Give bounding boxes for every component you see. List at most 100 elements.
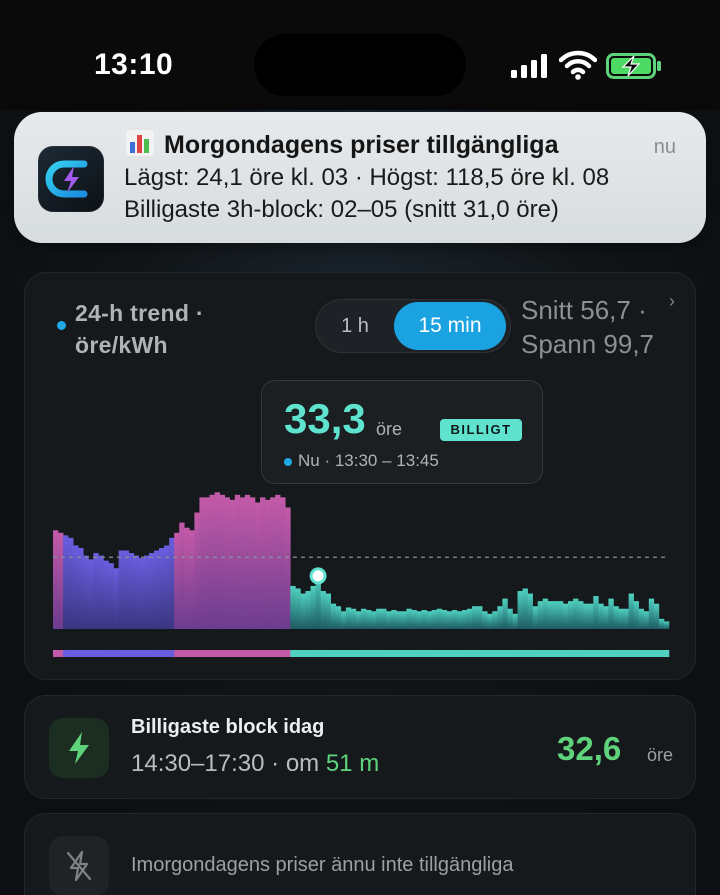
price-bar[interactable] bbox=[376, 608, 382, 629]
price-bar[interactable] bbox=[325, 593, 332, 629]
price-bar[interactable] bbox=[138, 558, 145, 629]
price-bar[interactable] bbox=[355, 611, 362, 629]
price-bar[interactable] bbox=[537, 601, 544, 629]
price-bar[interactable] bbox=[310, 585, 316, 629]
price-bar[interactable] bbox=[108, 563, 114, 629]
price-bar[interactable] bbox=[391, 610, 397, 629]
price-bar[interactable] bbox=[295, 588, 301, 629]
price-bar[interactable] bbox=[663, 621, 670, 629]
price-bar[interactable] bbox=[350, 608, 357, 629]
price-bar[interactable] bbox=[406, 608, 412, 629]
price-bar[interactable] bbox=[421, 610, 427, 629]
price-bar[interactable] bbox=[78, 547, 84, 629]
price-bar[interactable] bbox=[451, 610, 458, 629]
price-bar[interactable] bbox=[305, 591, 311, 629]
price-bar[interactable] bbox=[244, 494, 251, 629]
price-bar[interactable] bbox=[633, 601, 640, 629]
price-bar[interactable] bbox=[411, 610, 417, 629]
price-bar[interactable] bbox=[113, 568, 119, 629]
price-bar[interactable] bbox=[542, 598, 549, 629]
price-bar[interactable] bbox=[53, 530, 59, 629]
price-bar[interactable] bbox=[159, 547, 165, 629]
price-bar[interactable] bbox=[547, 601, 554, 629]
price-bar[interactable] bbox=[446, 611, 453, 629]
price-bar[interactable] bbox=[557, 601, 564, 629]
price-bar[interactable] bbox=[98, 555, 104, 629]
price-bar[interactable] bbox=[386, 611, 392, 629]
price-bar[interactable] bbox=[371, 611, 377, 629]
price-bar[interactable] bbox=[275, 494, 281, 629]
price-bar[interactable] bbox=[507, 608, 513, 629]
price-bar[interactable] bbox=[199, 497, 205, 629]
price-bar[interactable] bbox=[249, 497, 256, 629]
price-bar[interactable] bbox=[522, 588, 528, 629]
price-bar[interactable] bbox=[194, 512, 200, 629]
price-bar[interactable] bbox=[623, 608, 629, 629]
price-bar[interactable] bbox=[487, 613, 493, 629]
price-bar[interactable] bbox=[300, 593, 306, 629]
price-bar[interactable] bbox=[477, 606, 483, 629]
price-bar[interactable] bbox=[133, 555, 140, 629]
price-bar[interactable] bbox=[345, 607, 352, 629]
price-bar[interactable] bbox=[441, 610, 448, 629]
price-bar[interactable] bbox=[189, 530, 195, 629]
price-bar[interactable] bbox=[401, 611, 407, 629]
price-bar[interactable] bbox=[416, 611, 422, 629]
price-bar[interactable] bbox=[280, 497, 286, 629]
price-bar[interactable] bbox=[517, 591, 523, 629]
price-bar[interactable] bbox=[179, 522, 185, 629]
price-bar[interactable] bbox=[260, 497, 266, 629]
price-bar[interactable] bbox=[532, 606, 539, 629]
price-bar[interactable] bbox=[214, 492, 220, 629]
price-bar[interactable] bbox=[234, 494, 241, 629]
price-bar[interactable] bbox=[265, 499, 271, 629]
price-bar[interactable] bbox=[58, 532, 64, 629]
price-bar[interactable] bbox=[653, 603, 660, 629]
price-bar[interactable] bbox=[224, 497, 231, 629]
price-bar[interactable] bbox=[68, 537, 74, 629]
price-bar[interactable] bbox=[285, 507, 291, 629]
price-bar[interactable] bbox=[648, 598, 655, 629]
price-bar[interactable] bbox=[396, 611, 402, 629]
price-bar[interactable] bbox=[361, 608, 367, 629]
price-bar[interactable] bbox=[330, 603, 337, 629]
price-bar[interactable] bbox=[608, 598, 614, 629]
price-bar[interactable] bbox=[578, 601, 584, 629]
price-bar[interactable] bbox=[482, 611, 488, 629]
price-bar[interactable] bbox=[148, 553, 155, 629]
price-bar[interactable] bbox=[93, 553, 99, 629]
tomorrow-prices-card[interactable]: Imorgondagens priser ännu inte tillgängl… bbox=[24, 813, 696, 895]
price-bar[interactable] bbox=[613, 606, 619, 629]
price-bar[interactable] bbox=[128, 553, 135, 629]
price-bar[interactable] bbox=[593, 596, 599, 629]
notification-banner[interactable]: Morgondagens priser tillgängliga Lägst: … bbox=[14, 112, 706, 243]
price-bar[interactable] bbox=[169, 537, 175, 629]
price-bar[interactable] bbox=[497, 606, 503, 629]
price-bar[interactable] bbox=[366, 610, 372, 629]
price-bar[interactable] bbox=[456, 611, 463, 629]
price-bar[interactable] bbox=[527, 593, 533, 629]
price-bar[interactable] bbox=[436, 608, 443, 629]
price-bar[interactable] bbox=[335, 606, 342, 629]
price-bar[interactable] bbox=[118, 550, 124, 629]
price-bar[interactable] bbox=[628, 593, 634, 629]
price-bar[interactable] bbox=[153, 550, 160, 629]
price-bar[interactable] bbox=[658, 618, 665, 629]
price-bar[interactable] bbox=[573, 598, 579, 629]
price-bar[interactable] bbox=[103, 560, 109, 629]
price-bar[interactable] bbox=[340, 611, 347, 629]
cheapest-block-card[interactable]: Billigaste block idag 14:30–17:30 · om 5… bbox=[24, 695, 696, 799]
price-bar[interactable] bbox=[502, 598, 508, 629]
price-bar[interactable] bbox=[88, 559, 94, 629]
price-bar[interactable] bbox=[204, 497, 210, 629]
price-bar[interactable] bbox=[219, 494, 225, 629]
price-bar[interactable] bbox=[588, 603, 594, 629]
price-bar[interactable] bbox=[320, 591, 326, 629]
price-bar[interactable] bbox=[73, 545, 79, 629]
price-bar[interactable] bbox=[381, 608, 387, 629]
price-bar[interactable] bbox=[143, 555, 150, 629]
price-bar[interactable] bbox=[174, 532, 180, 629]
price-bar[interactable] bbox=[63, 535, 69, 629]
price-bar[interactable] bbox=[254, 502, 261, 629]
price-bar[interactable] bbox=[83, 555, 89, 629]
